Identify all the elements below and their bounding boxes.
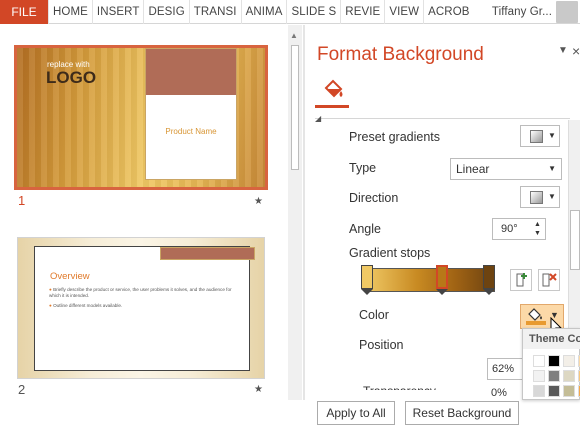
angle-input[interactable]: 90° ▲ ▼ (492, 218, 546, 240)
pane-title: Format Background (317, 44, 484, 65)
scroll-up-icon[interactable]: ▲ (290, 31, 298, 40)
theme-colors-header: Theme Colors (523, 329, 580, 349)
preset-gradients-button[interactable]: ▼ (520, 125, 560, 147)
gradient-stops-bar[interactable] (365, 268, 495, 292)
section-divider (315, 118, 570, 119)
tab-design[interactable]: DESIG (143, 0, 188, 24)
tab-home[interactable]: HOME (48, 0, 92, 24)
slide2-heading: Overview (50, 271, 90, 282)
position-label: Position (359, 338, 404, 352)
angle-label: Angle (349, 222, 381, 236)
slide1-product-card: Product Name (145, 48, 237, 180)
collapse-icon[interactable]: ◢ (315, 114, 321, 123)
pane-options-icon[interactable]: ▼ (558, 45, 568, 56)
slide2-bullet-1: ● Briefly describe the product or servic… (49, 287, 232, 298)
color-swatch[interactable] (548, 355, 560, 367)
star-icon: ★ (254, 196, 263, 207)
color-swatch[interactable] (563, 355, 575, 367)
gradient-stops-label: Gradient stops (349, 246, 431, 260)
color-swatch[interactable] (548, 385, 560, 397)
preset-gradients-label: Preset gradients (349, 130, 441, 144)
slide2-bullet-2: ● Outline different models available. (49, 303, 123, 308)
close-icon[interactable]: × (572, 43, 580, 59)
slides-scrollbar[interactable]: ▲ (288, 25, 302, 400)
tab-review[interactable]: REVIE (340, 0, 384, 24)
theme-colors-popup: Theme Colors (522, 328, 580, 400)
apply-to-all-button[interactable]: Apply to All (317, 401, 395, 425)
gradient-stop-1[interactable] (361, 265, 373, 295)
direction-label: Direction (349, 191, 399, 205)
tab-transitions[interactable]: TRANSI (188, 0, 241, 24)
color-swatch[interactable] (563, 370, 575, 382)
type-label: Type (349, 161, 377, 175)
type-select[interactable]: Linear ▼ (450, 158, 562, 180)
color-swatch[interactable] (533, 370, 545, 382)
scrollbar-thumb[interactable] (291, 45, 299, 170)
slide1-product-name: Product Name (165, 127, 217, 136)
tab-view[interactable]: VIEW (384, 0, 423, 24)
pane-scrollbar-thumb[interactable] (570, 210, 580, 270)
slide-number-1: 1 (18, 193, 26, 208)
remove-stop-icon[interactable] (538, 269, 560, 291)
color-swatch[interactable] (533, 385, 545, 397)
add-stop-icon[interactable] (510, 269, 532, 291)
color-swatch[interactable] (563, 385, 575, 397)
direction-button[interactable]: ▼ (520, 186, 560, 208)
transparency-label: Transparency (363, 384, 436, 390)
reset-background-button[interactable]: Reset Background (405, 401, 519, 425)
slide1-logo: LOGO (46, 68, 97, 87)
color-swatch[interactable] (548, 370, 560, 382)
slide-thumbnail-2[interactable]: Overview ● Briefly describe the product … (17, 237, 265, 379)
tab-file[interactable]: FILE (0, 0, 48, 24)
slide-number-2: 2 (18, 382, 26, 397)
color-label: Color (359, 308, 389, 322)
avatar[interactable] (556, 0, 578, 23)
paint-bucket-icon[interactable] (321, 77, 345, 103)
user-name[interactable]: Tiffany Gr... (488, 0, 556, 24)
gradient-stop-2[interactable] (436, 265, 448, 295)
color-swatch[interactable] (533, 355, 545, 367)
fill-tab-indicator (315, 105, 349, 108)
tab-insert[interactable]: INSERT (91, 0, 144, 24)
tab-slide-show[interactable]: SLIDE S (286, 0, 340, 24)
gradient-stop-3[interactable] (483, 265, 495, 295)
tab-acrobat[interactable]: ACROB (423, 0, 473, 24)
tab-animations[interactable]: ANIMA (240, 0, 287, 24)
ribbon-tabs: FILE HOME INSERT DESIG TRANSI ANIMA SLID… (0, 0, 580, 24)
slide-thumbnail-1[interactable]: replace with LOGO Product Name (14, 45, 268, 190)
paint-bucket-icon (528, 308, 542, 321)
star-icon: ★ (254, 384, 263, 395)
